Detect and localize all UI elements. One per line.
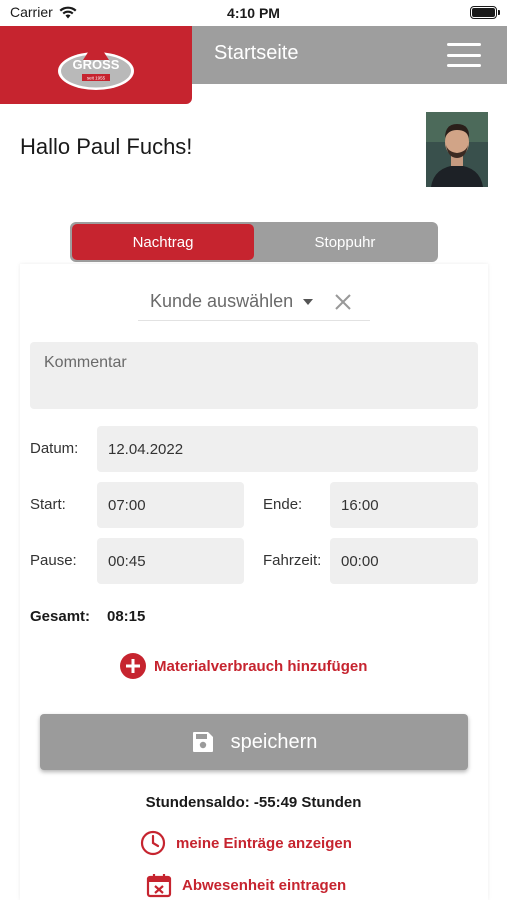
calendar-x-icon — [146, 874, 172, 898]
end-label: Ende: — [263, 496, 303, 513]
save-icon — [192, 732, 213, 752]
svg-text:GROSS: GROSS — [73, 57, 120, 72]
company-logo: GROSS seit 1955 — [58, 40, 134, 90]
customer-select-placeholder: Kunde auswählen — [150, 291, 294, 311]
enter-absence-link[interactable]: Abwesenheit eintragen — [146, 872, 346, 898]
show-entries-label: meine Einträge anzeigen — [176, 834, 352, 852]
travel-time-label: Fahrzeit: — [263, 552, 322, 569]
pause-field[interactable]: 00:45 — [97, 538, 244, 584]
enter-absence-label: Abwesenheit eintragen — [182, 876, 347, 894]
start-label: Start: — [30, 496, 66, 513]
date-field[interactable]: 12.04.2022 — [97, 426, 478, 472]
total-value: 08:15 — [107, 608, 146, 625]
mode-tabs: Nachtrag Stoppuhr — [70, 222, 438, 262]
tab-stoppuhr[interactable]: Stoppuhr — [254, 224, 436, 260]
pause-label: Pause: — [30, 552, 77, 569]
chevron-down-icon — [303, 298, 314, 305]
add-material-label: Materialverbrauch hinzufügen — [154, 657, 368, 675]
plus-circle-icon — [120, 653, 146, 679]
status-bar: Carrier 4:10 PM — [0, 0, 507, 26]
close-icon[interactable] — [332, 291, 354, 313]
hamburger-menu-icon[interactable] — [447, 43, 481, 67]
end-time-field[interactable]: 16:00 — [330, 482, 478, 528]
page-title: Startseite — [214, 42, 299, 64]
customer-select[interactable]: Kunde auswählen — [138, 283, 370, 321]
show-entries-link[interactable]: meine Einträge anzeigen — [140, 830, 352, 856]
avatar-image — [426, 112, 488, 187]
start-time-field[interactable]: 07:00 — [97, 482, 244, 528]
comment-field[interactable]: Kommentar — [30, 342, 478, 409]
svg-text:seit 1955: seit 1955 — [87, 76, 106, 81]
total-label: Gesamt: — [30, 608, 91, 625]
travel-time-field[interactable]: 00:00 — [330, 538, 478, 584]
hours-balance: Stundensaldo: -55:49 Stunden — [145, 794, 362, 811]
logo-area[interactable]: GROSS seit 1955 — [0, 26, 192, 104]
date-label: Datum: — [30, 440, 79, 457]
clock-icon — [140, 830, 166, 856]
save-button[interactable]: speichern — [40, 714, 468, 770]
avatar[interactable] — [426, 112, 488, 187]
greeting-text: Hallo Paul Fuchs! — [20, 134, 193, 159]
add-material-button[interactable]: Materialverbrauch hinzufügen — [120, 653, 367, 679]
battery-icon — [470, 6, 500, 19]
tab-nachtrag[interactable]: Nachtrag — [72, 224, 254, 260]
save-button-label: speichern — [230, 730, 318, 753]
clock: 4:10 PM — [227, 5, 280, 21]
